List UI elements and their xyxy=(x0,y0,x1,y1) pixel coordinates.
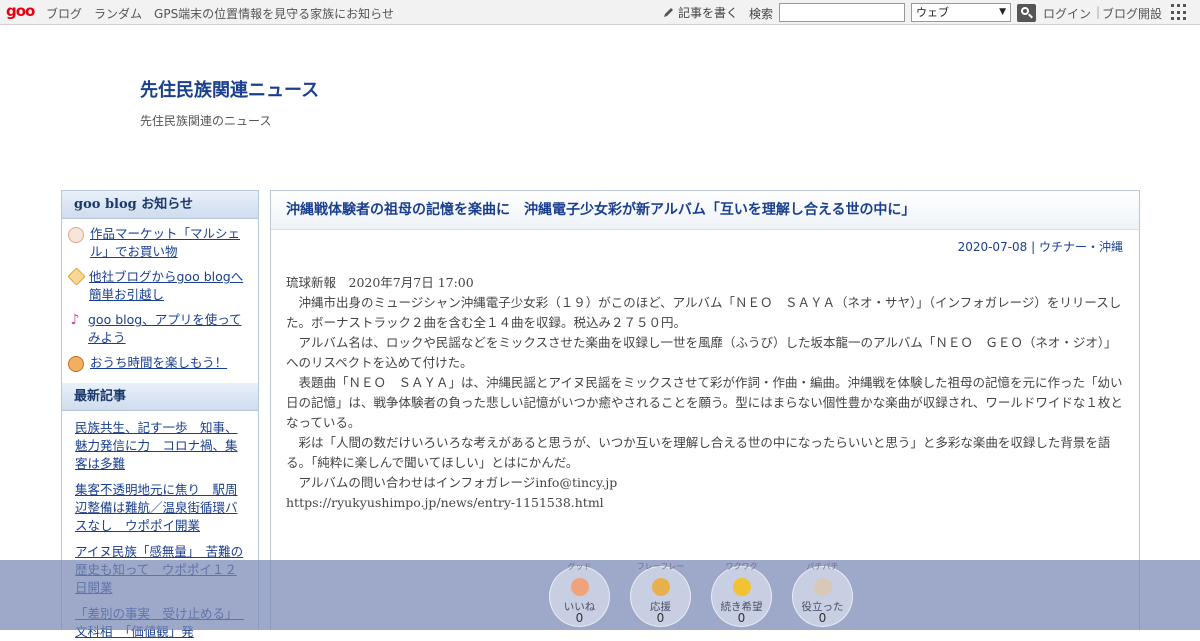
top-nav: ブログ ランダム GPS端末の位置情報を見守る家族にお知らせ xyxy=(46,5,394,22)
entry-meta: 2020-07-08 | ウチナー・沖縄 xyxy=(271,238,1139,255)
reaction-tag: ワクワク xyxy=(725,562,758,571)
write-article-button[interactable]: 記事を書く xyxy=(662,4,738,21)
reaction-tag: パチパチ xyxy=(806,562,839,571)
heart-eyes-icon xyxy=(733,578,751,596)
entry-title[interactable]: 沖縄戦体験者の祖母の記憶を楽曲に 沖縄電子少女彩が新アルバム「互いを理解し合える… xyxy=(271,191,1139,230)
notice-link[interactable]: 作品マーケット「マルシェル」でお買い物 xyxy=(90,225,252,261)
blog-title[interactable]: 先住民族関連ニュース xyxy=(140,76,319,102)
login-link[interactable]: ログイン xyxy=(1043,5,1091,22)
reaction-helpful-button[interactable]: パチパチ 役立った 0 xyxy=(792,562,853,627)
notice-list: 作品マーケット「マルシェル」でお買い物 他社ブログからgoo blogへ簡単お引… xyxy=(62,219,258,383)
reaction-count: 0 xyxy=(575,611,584,625)
search-button[interactable] xyxy=(1017,4,1036,22)
list-item: 他社ブログからgoo blogへ簡単お引越し xyxy=(67,267,252,304)
entry-source: 琉球新報 2020年7月7日 17:00 xyxy=(286,275,474,290)
entry-paragraph: 彩は「人間の数だけいろいろな考えがあると思うが、いつか互いを理解し合える世の中に… xyxy=(286,435,1111,470)
entry-category-link[interactable]: ウチナー・沖縄 xyxy=(1039,240,1123,254)
megaphone-icon xyxy=(652,578,670,596)
open-blog-link[interactable]: ブログ開設 xyxy=(1102,5,1162,22)
entry-date: 2020-07-08 xyxy=(957,240,1028,254)
entry-source-url: https://ryukyushimpo.jp/news/entry-11515… xyxy=(286,495,604,510)
entry-paragraph: アルバム名は、ロックや民謡などをミックスさせた楽曲を収録し一世を風靡（ふうび）し… xyxy=(286,335,1117,370)
notice-heading: goo blog お知らせ xyxy=(62,191,258,219)
entry-body: 琉球新報 2020年7月7日 17:00 沖縄市出身のミュージシャン沖縄電子少女… xyxy=(271,255,1139,513)
nav-gps-notice[interactable]: GPS端末の位置情報を見守る家族にお知らせ xyxy=(154,5,394,22)
divider: | xyxy=(1096,5,1101,19)
recent-heading: 最新記事 xyxy=(62,383,258,411)
goo-logo[interactable]: goo xyxy=(6,2,35,20)
notice-link[interactable]: goo blog、アプリを使ってみよう xyxy=(88,311,252,347)
search-label: 検索 xyxy=(749,7,774,21)
reaction-count: 0 xyxy=(737,611,746,625)
clap-icon xyxy=(814,578,832,596)
reaction-buttons: グッド いいね 0 フレーフレー 応援 0 ワクワク 続き希望 0 パチパチ 役… xyxy=(549,562,853,627)
nav-blog[interactable]: ブログ xyxy=(46,5,82,22)
reaction-tag: グッド xyxy=(567,562,592,571)
nav-random[interactable]: ランダム xyxy=(94,5,142,22)
reaction-cheer-button[interactable]: フレーフレー 応援 0 xyxy=(630,562,691,627)
search-icon-handle xyxy=(1028,13,1033,19)
notice-link[interactable]: おうち時間を楽しもう！ xyxy=(90,354,227,372)
search-scope-value: ウェブ xyxy=(916,6,949,19)
reaction-tag: フレーフレー xyxy=(636,562,685,571)
blog-description: 先住民族関連のニュース xyxy=(140,114,272,128)
write-article-label: 記事を書く xyxy=(678,6,739,20)
reaction-count: 0 xyxy=(656,611,665,625)
flower-icon xyxy=(67,267,86,286)
list-item: 集客不透明地元に焦り 駅周辺整備は難航／温泉街循環バスなし ウポポイ開業 xyxy=(75,481,248,535)
meta-separator: | xyxy=(1027,240,1039,254)
list-item: ♪ goo blog、アプリを使ってみよう xyxy=(68,311,252,347)
list-item: おうち時間を楽しもう！ xyxy=(68,354,252,372)
reaction-count: 0 xyxy=(818,611,827,625)
entry-paragraph: アルバムの問い合わせはインフォガレージinfo@tincy.jp xyxy=(298,475,618,490)
entry-paragraph: 表題曲「ＮＥＯ ＳＡＹＡ」は、沖縄民謡とアイヌ民謡をミックスさせて彩が作詞・作曲… xyxy=(286,375,1123,430)
recent-article-link[interactable]: 民族共生、記す一歩 知事、魅力発信に力 コロナ禍、集客は多難 xyxy=(75,420,238,471)
chevron-down-icon: ▼ xyxy=(999,7,1006,17)
fox-icon xyxy=(68,227,84,243)
dog-icon xyxy=(68,356,84,372)
search-scope-select[interactable]: ウェブ ▼ xyxy=(911,3,1011,22)
list-item: 作品マーケット「マルシェル」でお買い物 xyxy=(68,225,252,261)
pencil-icon xyxy=(664,8,673,17)
reaction-more-button[interactable]: ワクワク 続き希望 0 xyxy=(711,562,772,627)
reaction-like-button[interactable]: グッド いいね 0 xyxy=(549,562,610,627)
notice-link[interactable]: 他社ブログからgoo blogへ簡単お引越し xyxy=(89,268,252,304)
list-item: 民族共生、記す一歩 知事、魅力発信に力 コロナ禍、集客は多難 xyxy=(75,419,248,473)
app-grid-icon[interactable] xyxy=(1171,4,1188,21)
music-note-icon: ♪ xyxy=(70,312,80,328)
entry-paragraph: 沖縄市出身のミュージシャン沖縄電子少女彩（１９）がこのほど、アルバム「ＮＥＯ Ｓ… xyxy=(286,295,1122,330)
recent-article-link[interactable]: 集客不透明地元に焦り 駅周辺整備は難航／温泉街循環バスなし ウポポイ開業 xyxy=(75,482,238,533)
thumbs-up-icon xyxy=(571,578,589,596)
search-input[interactable] xyxy=(779,3,905,22)
top-bar: goo ブログ ランダム GPS端末の位置情報を見守る家族にお知らせ 記事を書く… xyxy=(0,0,1200,25)
